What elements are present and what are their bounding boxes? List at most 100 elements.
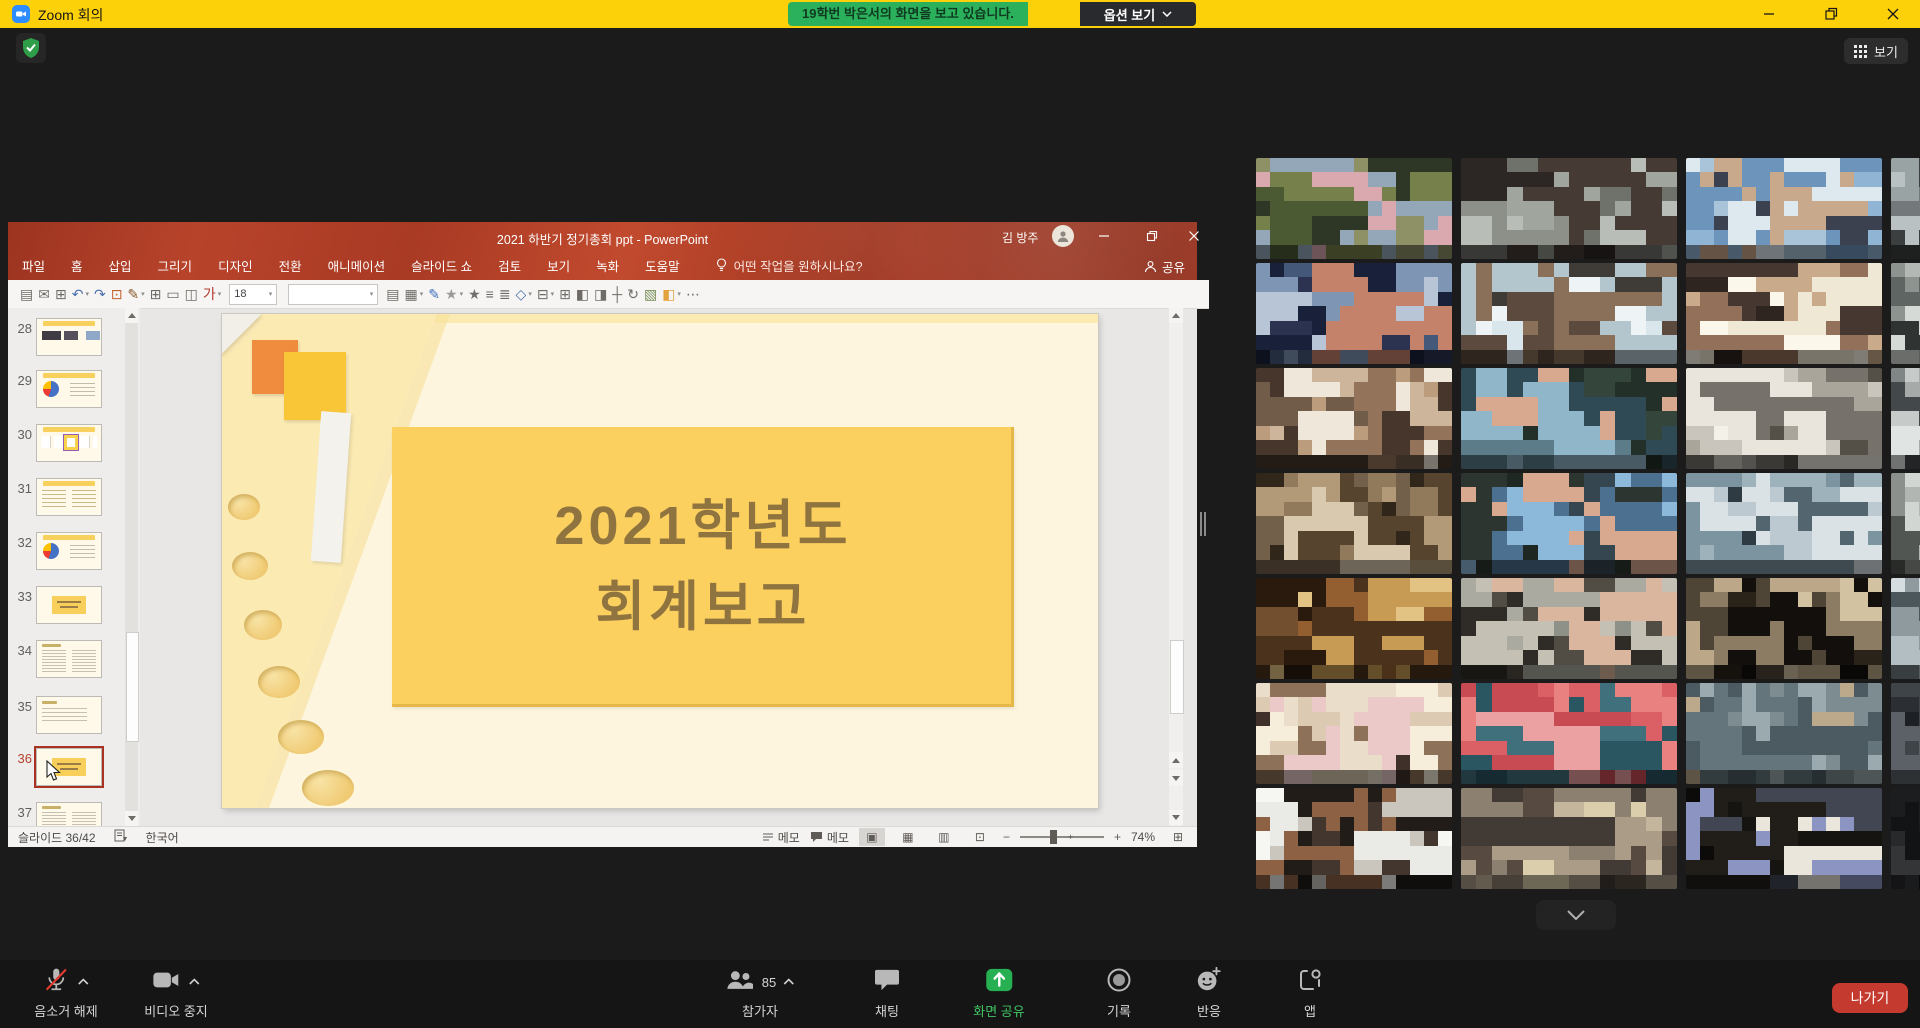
ppt-menu-4[interactable]: 디자인 xyxy=(218,256,253,275)
chevron-up-icon[interactable] xyxy=(77,973,89,991)
font-color-icon[interactable]: 가▾ xyxy=(203,287,221,301)
participants-button[interactable]: 85참가자 xyxy=(725,966,795,1020)
undo-icon[interactable]: ↶▾ xyxy=(72,287,89,301)
scroll-down-button[interactable] xyxy=(125,811,138,826)
slide-thumbnail-33[interactable] xyxy=(36,586,102,624)
align-objects-icon[interactable]: ┼ xyxy=(612,287,622,301)
draw-table-icon[interactable]: ✎ xyxy=(428,287,440,301)
slide-thumbnail-34[interactable] xyxy=(36,640,102,678)
chat-button[interactable]: 채팅 xyxy=(874,966,900,1020)
ppt-menu-6[interactable]: 애니메이션 xyxy=(328,256,386,275)
slide-thumbnail-32[interactable] xyxy=(36,532,102,570)
bring-forward-icon[interactable]: ◧ xyxy=(576,287,589,301)
language-label[interactable]: 한국어 xyxy=(146,829,179,846)
minimize-button[interactable] xyxy=(1756,3,1782,25)
group-objects-icon[interactable]: ⊞ xyxy=(559,287,571,301)
scrollbar-thumb[interactable] xyxy=(126,632,139,742)
scroll-down-button[interactable] xyxy=(1169,810,1183,825)
slide-sorter-button[interactable]: ▦ xyxy=(895,828,921,846)
save-as-icon[interactable]: ✉ xyxy=(38,287,50,301)
reading-view-button[interactable]: ▥ xyxy=(931,828,957,846)
chevron-up-icon[interactable] xyxy=(783,973,795,991)
slideshow-button[interactable]: ⊡ xyxy=(967,828,993,846)
view-options-button[interactable]: 옵션 보기 xyxy=(1080,2,1196,26)
zoom-out-button[interactable]: − xyxy=(1003,830,1010,844)
picture-icon[interactable]: ▧ xyxy=(644,287,657,301)
new-slide-icon[interactable]: ⊞ xyxy=(150,287,162,301)
ppt-share-button[interactable]: 공유 xyxy=(1144,257,1185,276)
scrollbar-thumb[interactable] xyxy=(1170,640,1184,714)
save-icon[interactable]: ▤ xyxy=(20,287,33,301)
spellcheck-icon[interactable] xyxy=(114,829,128,845)
slide-layout-icon[interactable]: ▭ xyxy=(166,287,179,301)
more-commands-icon[interactable]: ⋯ xyxy=(686,287,700,301)
security-shield-icon[interactable] xyxy=(16,33,46,63)
ppt-menu-3[interactable]: 그리기 xyxy=(158,256,193,275)
thumbnail-scrollbar[interactable] xyxy=(125,308,138,826)
insert-table-icon[interactable]: ▦▾ xyxy=(405,287,424,301)
send-backward-icon[interactable]: ◨ xyxy=(594,287,607,301)
ppt-avatar[interactable] xyxy=(1052,225,1074,247)
pen-input-icon[interactable]: ✎▾ xyxy=(127,287,144,301)
arrange-icon[interactable]: ⊟▾ xyxy=(537,287,554,301)
ppt-menu-9[interactable]: 보기 xyxy=(547,256,570,275)
slide-thumbnail-29[interactable] xyxy=(36,370,102,408)
ppt-minimize-button[interactable] xyxy=(1092,226,1116,246)
print-icon[interactable]: ⊞ xyxy=(55,287,67,301)
redo-icon[interactable]: ↷ xyxy=(94,287,106,301)
slide-thumbnail-31[interactable] xyxy=(36,478,102,516)
slide-thumbnail-30[interactable] xyxy=(36,424,102,462)
slide-thumbnail-28[interactable] xyxy=(36,318,102,356)
comments-button[interactable]: 메모 xyxy=(810,829,849,846)
ppt-menu-11[interactable]: 도움말 xyxy=(645,256,680,275)
fit-to-window-button[interactable]: ⊞ xyxy=(1165,828,1191,846)
zoom-slider[interactable]: + xyxy=(1020,836,1104,838)
zoom-slider-thumb[interactable] xyxy=(1050,830,1057,844)
gallery-view-button[interactable]: 보기 xyxy=(1844,38,1908,64)
slide-thumbnail-35[interactable] xyxy=(36,696,102,734)
next-slide-button[interactable] xyxy=(1169,770,1183,786)
ppt-menu-1[interactable]: 홈 xyxy=(71,256,83,275)
animation-pane-icon[interactable]: ★ xyxy=(468,287,481,301)
slide-scrollbar[interactable] xyxy=(1169,308,1183,826)
leave-meeting-button[interactable]: 나가기 xyxy=(1832,983,1908,1013)
slide-thumbnail-37[interactable] xyxy=(36,802,102,826)
outline-view-icon[interactable]: ▤ xyxy=(386,287,399,301)
animation-icon[interactable]: ★▾ xyxy=(445,287,463,301)
ppt-menu-8[interactable]: 검토 xyxy=(498,256,521,275)
restore-button[interactable] xyxy=(1818,3,1844,25)
video-button[interactable]: 비디오 중지 xyxy=(144,966,207,1020)
tell-me-search[interactable]: 어떤 작업을 원하시나요? xyxy=(716,256,863,275)
ppt-menu-10[interactable]: 녹화 xyxy=(596,256,619,275)
fill-color-icon[interactable]: ◧▾ xyxy=(662,287,681,301)
ppt-restore-button[interactable] xyxy=(1140,226,1164,246)
line-spacing-icon[interactable]: ≣ xyxy=(499,287,511,301)
normal-view-button[interactable]: ▣ xyxy=(859,828,885,846)
font-size-box[interactable]: 18▾ xyxy=(229,284,277,305)
gallery-scroll-down-button[interactable] xyxy=(1536,900,1616,930)
share-button[interactable]: 화면 공유 xyxy=(973,966,1024,1020)
zoom-percent[interactable]: 74% xyxy=(1131,830,1155,844)
reactions-button[interactable]: 반응 xyxy=(1195,966,1223,1020)
align-text-icon[interactable]: ≡ xyxy=(486,287,494,301)
apps-button[interactable]: 앱 xyxy=(1297,966,1323,1020)
slide-thumbnail-panel[interactable]: 28293031323334353637 xyxy=(8,308,140,826)
record-button[interactable]: 기록 xyxy=(1106,966,1132,1020)
chevron-up-icon[interactable] xyxy=(188,973,200,991)
ppt-menu-2[interactable]: 삽입 xyxy=(109,256,132,275)
scroll-up-button[interactable] xyxy=(1169,308,1183,323)
zoom-in-button[interactable]: + xyxy=(1114,830,1121,844)
ppt-close-button[interactable] xyxy=(1182,226,1206,246)
notes-button[interactable]: 메모 xyxy=(762,829,800,846)
shapes-icon[interactable]: ◇▾ xyxy=(516,287,532,301)
ppt-menu-0[interactable]: 파일 xyxy=(22,256,45,275)
panel-divider-handle[interactable] xyxy=(1200,512,1208,536)
reset-slide-icon[interactable]: ◫ xyxy=(185,287,198,301)
ppt-menu-7[interactable]: 슬라이드 쇼 xyxy=(411,256,472,275)
mute-button[interactable]: 음소거 해제 xyxy=(34,966,97,1020)
close-button[interactable] xyxy=(1880,3,1906,25)
slideshow-from-start-icon[interactable]: ⊡ xyxy=(111,287,123,301)
previous-slide-button[interactable] xyxy=(1169,752,1183,768)
rotate-icon[interactable]: ↻ xyxy=(627,287,639,301)
scroll-up-button[interactable] xyxy=(125,308,138,323)
